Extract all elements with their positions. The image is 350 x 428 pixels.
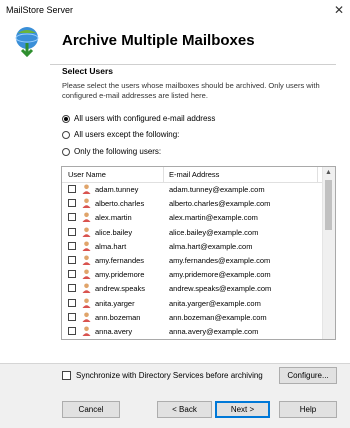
user-email: andrew.speaks@example.com bbox=[169, 284, 272, 294]
table-row[interactable]: alberto.charles alberto.charles@example.c… bbox=[62, 196, 324, 210]
back-button[interactable]: < Back bbox=[157, 401, 212, 418]
row-checkbox[interactable] bbox=[68, 298, 76, 307]
page-title: Archive Multiple Mailboxes bbox=[62, 32, 255, 49]
user-name: anita.yarger bbox=[95, 298, 135, 308]
table-row[interactable]: amy.pridemore amy.pridemore@example.com bbox=[62, 267, 324, 281]
radio-all-configured[interactable]: All users with configured e-mail address bbox=[62, 114, 215, 123]
column-header-email[interactable]: E-mail Address bbox=[169, 170, 219, 179]
configure-button[interactable]: Configure... bbox=[279, 367, 337, 384]
table-row[interactable]: anita.yarger anita.yarger@example.com bbox=[62, 296, 324, 310]
sync-checkbox[interactable] bbox=[62, 371, 71, 380]
user-email: ann.bozeman@example.com bbox=[169, 312, 267, 322]
next-button[interactable]: Next > bbox=[215, 401, 270, 418]
divider bbox=[317, 167, 318, 182]
user-name: amy.fernandes bbox=[95, 255, 145, 265]
user-icon bbox=[82, 227, 91, 237]
table-row[interactable]: amy.fernandes amy.fernandes@example.com bbox=[62, 253, 324, 267]
user-email: alma.hart@example.com bbox=[169, 241, 253, 251]
help-button[interactable]: Help bbox=[279, 401, 337, 418]
radio-button[interactable] bbox=[62, 147, 70, 156]
user-icon bbox=[82, 312, 91, 322]
list-rows: adam.tunney adam.tunney@example.com albert… bbox=[62, 182, 324, 338]
row-checkbox[interactable] bbox=[68, 284, 76, 293]
user-name: amy.pridemore bbox=[95, 270, 145, 280]
table-row[interactable]: anna.avery anna.avery@example.com bbox=[62, 324, 324, 338]
divider bbox=[50, 64, 336, 65]
row-checkbox[interactable] bbox=[68, 312, 76, 321]
user-name: alma.hart bbox=[95, 241, 127, 251]
scrollbar-thumb[interactable] bbox=[325, 180, 332, 230]
row-checkbox[interactable] bbox=[68, 255, 76, 264]
radio-label: Only the following users: bbox=[74, 147, 162, 156]
user-email: anita.yarger@example.com bbox=[169, 298, 261, 308]
divider bbox=[0, 363, 350, 364]
user-name: ann.bozeman bbox=[95, 312, 141, 322]
user-icon bbox=[82, 184, 91, 194]
user-email: alberto.charles@example.com bbox=[169, 199, 271, 209]
section-title: Select Users bbox=[62, 66, 114, 76]
section-description: Please select the users whose mailboxes … bbox=[62, 81, 320, 100]
user-icon bbox=[82, 269, 91, 280]
radio-button-selected[interactable] bbox=[62, 114, 70, 123]
user-email: anna.avery@example.com bbox=[169, 326, 259, 336]
table-row[interactable]: andrew.speaks andrew.speaks@example.com bbox=[62, 281, 324, 295]
user-email: adam.tunney@example.com bbox=[169, 185, 265, 194]
table-row[interactable]: ann.bozeman ann.bozeman@example.com bbox=[62, 310, 324, 324]
user-icon bbox=[82, 212, 91, 223]
table-row[interactable]: alice.bailey alice.bailey@example.com bbox=[62, 225, 324, 239]
user-icon bbox=[82, 326, 91, 336]
radio-label: All users with configured e-mail address bbox=[74, 114, 216, 123]
user-email: alice.bailey@example.com bbox=[169, 227, 259, 237]
mailstore-logo-icon bbox=[15, 27, 39, 57]
row-checkbox[interactable] bbox=[68, 227, 76, 236]
title-bar: MailStore Server ✕ bbox=[0, 0, 350, 22]
user-email: alex.martin@example.com bbox=[169, 213, 258, 223]
user-list[interactable]: User Name E-mail Address adam.tunney adam… bbox=[61, 166, 336, 340]
table-row[interactable]: alma.hart alma.hart@example.com bbox=[62, 239, 324, 253]
close-icon[interactable]: ✕ bbox=[334, 3, 344, 17]
list-header: User Name E-mail Address bbox=[62, 167, 324, 183]
vertical-scrollbar[interactable]: ▲ bbox=[322, 167, 335, 339]
user-icon bbox=[82, 255, 91, 265]
main-content: Select Users Please select the users who… bbox=[0, 64, 350, 364]
row-checkbox[interactable] bbox=[68, 241, 76, 250]
row-checkbox[interactable] bbox=[68, 270, 76, 279]
row-checkbox[interactable] bbox=[68, 185, 76, 193]
user-email: amy.pridemore@example.com bbox=[169, 270, 271, 280]
divider bbox=[163, 167, 164, 182]
user-icon bbox=[82, 241, 91, 251]
window-title: MailStore Server bbox=[6, 5, 74, 15]
user-name: alex.martin bbox=[95, 213, 132, 223]
user-name: alice.bailey bbox=[95, 227, 133, 237]
sync-option[interactable]: Synchronize with Directory Services befo… bbox=[62, 371, 263, 380]
scroll-up-icon[interactable]: ▲ bbox=[325, 169, 332, 176]
column-header-user[interactable]: User Name bbox=[68, 170, 106, 179]
dialog-header: Archive Multiple Mailboxes bbox=[0, 22, 350, 64]
user-name: anna.avery bbox=[95, 326, 133, 336]
user-icon bbox=[82, 198, 91, 209]
radio-button[interactable] bbox=[62, 130, 70, 139]
sync-label: Synchronize with Directory Services befo… bbox=[76, 371, 263, 380]
user-name: adam.tunney bbox=[95, 185, 139, 194]
radio-only-following[interactable]: Only the following users: bbox=[62, 147, 161, 156]
user-email: amy.fernandes@example.com bbox=[169, 255, 271, 265]
user-name: andrew.speaks bbox=[95, 284, 146, 294]
user-name: alberto.charles bbox=[95, 199, 145, 209]
radio-all-except[interactable]: All users except the following: bbox=[62, 130, 179, 139]
user-icon bbox=[82, 283, 91, 294]
radio-label: All users except the following: bbox=[74, 130, 180, 139]
user-icon bbox=[82, 298, 91, 308]
dialog-window: MailStore Server ✕ Archive Multiple Mail… bbox=[0, 0, 350, 428]
table-row[interactable]: adam.tunney adam.tunney@example.com bbox=[62, 182, 324, 196]
row-checkbox[interactable] bbox=[68, 326, 76, 335]
table-row[interactable]: alex.martin alex.martin@example.com bbox=[62, 210, 324, 224]
cancel-button[interactable]: Cancel bbox=[62, 401, 120, 418]
row-checkbox[interactable] bbox=[68, 213, 76, 222]
row-checkbox[interactable] bbox=[68, 199, 76, 208]
